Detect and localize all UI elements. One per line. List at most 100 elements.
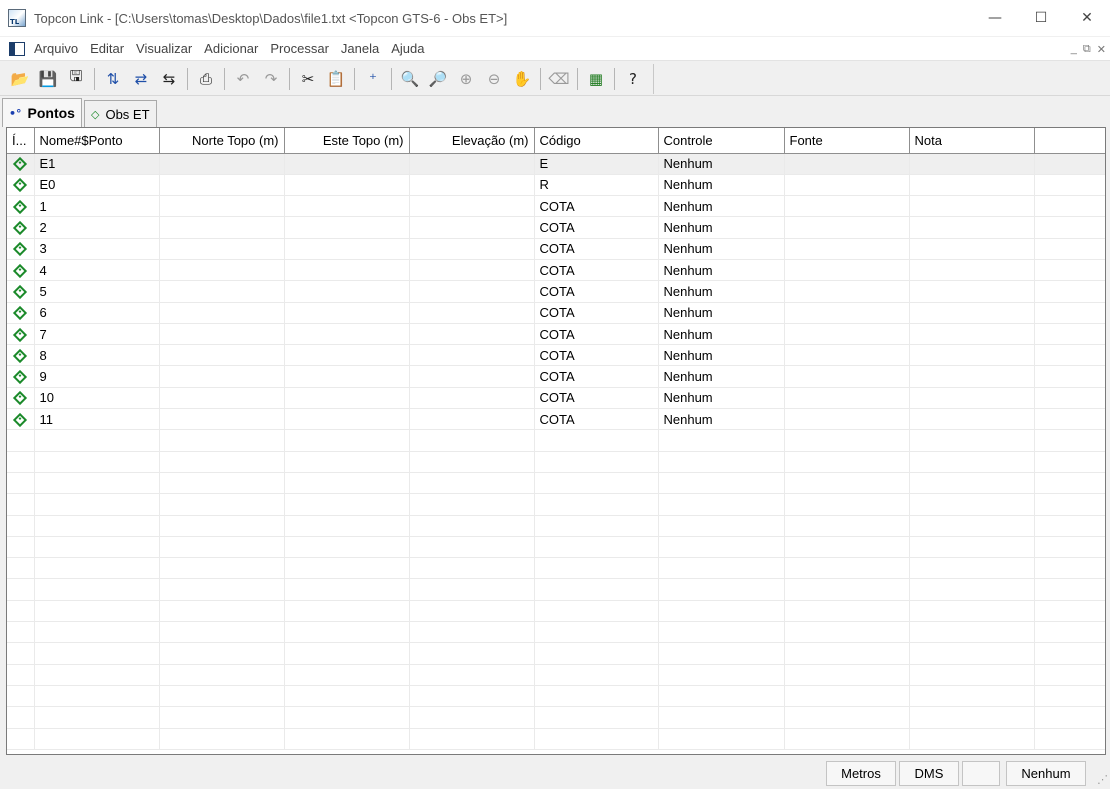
table-row[interactable]: 2 COTA Nenhum xyxy=(7,216,1105,239)
table-row[interactable]: E0 R Nenhum xyxy=(7,174,1105,197)
cell-nota[interactable] xyxy=(909,153,1035,175)
cell-fonte[interactable] xyxy=(784,429,910,452)
cell-nota[interactable] xyxy=(909,557,1035,580)
column-header-nome[interactable]: Nome#$Ponto xyxy=(34,128,160,154)
cell-controle[interactable] xyxy=(658,600,785,623)
cell-este[interactable] xyxy=(284,302,410,324)
table-row[interactable] xyxy=(7,621,1105,644)
cell-nome[interactable]: 11 xyxy=(34,408,160,431)
column-header-fonte[interactable]: Fonte xyxy=(784,128,910,154)
cell-nome[interactable]: 6 xyxy=(34,302,160,324)
cell-codigo[interactable] xyxy=(534,685,659,708)
cell-elevacao[interactable] xyxy=(409,515,535,537)
cell-nome[interactable] xyxy=(34,429,160,452)
cell-nome[interactable]: 8 xyxy=(34,344,160,367)
cell-nota[interactable] xyxy=(909,195,1035,218)
cell-este[interactable] xyxy=(284,153,410,175)
cell-elevacao[interactable] xyxy=(409,493,535,516)
cell-fonte[interactable] xyxy=(784,664,910,686)
cell-nome[interactable] xyxy=(34,664,160,686)
cell-codigo[interactable] xyxy=(534,451,659,473)
cell-fonte[interactable] xyxy=(784,344,910,367)
cell-este[interactable] xyxy=(284,174,410,197)
cell-codigo[interactable]: COTA xyxy=(534,408,659,431)
cell-nota[interactable] xyxy=(909,642,1035,665)
cell-codigo[interactable] xyxy=(534,706,659,729)
cell-nome[interactable]: 10 xyxy=(34,387,160,410)
cell-codigo[interactable]: COTA xyxy=(534,387,659,410)
table-row[interactable]: E1 E Nenhum xyxy=(7,153,1105,175)
cell-este[interactable] xyxy=(284,216,410,239)
close-button[interactable]: ✕ xyxy=(1064,0,1110,36)
cell-codigo[interactable]: COTA xyxy=(534,323,659,346)
cell-elevacao[interactable] xyxy=(409,728,535,750)
table-row[interactable]: 8 COTA Nenhum xyxy=(7,344,1105,367)
menu-processar[interactable]: Processar xyxy=(264,41,335,56)
cell-controle[interactable] xyxy=(658,493,785,516)
cell-controle[interactable]: Nenhum xyxy=(658,302,785,324)
cell-fonte[interactable] xyxy=(784,728,910,750)
cell-codigo[interactable] xyxy=(534,429,659,452)
cell-este[interactable] xyxy=(284,429,410,452)
cell-este[interactable] xyxy=(284,472,410,495)
cell-codigo[interactable]: COTA xyxy=(534,365,659,388)
paste-icon[interactable]: 📋 xyxy=(324,67,348,91)
cell-controle[interactable] xyxy=(658,472,785,495)
open-icon[interactable]: 📂 xyxy=(8,67,32,91)
cell-norte[interactable] xyxy=(159,621,285,644)
cell-este[interactable] xyxy=(284,706,410,729)
cell-controle[interactable]: Nenhum xyxy=(658,387,785,410)
cell-elevacao[interactable] xyxy=(409,280,535,303)
maximize-button[interactable]: ☐ xyxy=(1018,0,1064,36)
cell-controle[interactable]: Nenhum xyxy=(658,174,785,197)
cell-norte[interactable] xyxy=(159,472,285,495)
table-row[interactable]: 5 COTA Nenhum xyxy=(7,280,1105,303)
cell-fonte[interactable] xyxy=(784,174,910,197)
cell-controle[interactable] xyxy=(658,429,785,452)
cell-nota[interactable] xyxy=(909,216,1035,239)
cell-nota[interactable] xyxy=(909,578,1035,601)
cell-nota[interactable] xyxy=(909,259,1035,282)
cell-elevacao[interactable] xyxy=(409,685,535,708)
tab-pontos[interactable]: •° Pontos xyxy=(2,98,82,127)
cell-norte[interactable] xyxy=(159,515,285,537)
cell-controle[interactable]: Nenhum xyxy=(658,153,785,175)
cell-norte[interactable] xyxy=(159,557,285,580)
cell-nome[interactable] xyxy=(34,600,160,623)
cell-elevacao[interactable] xyxy=(409,429,535,452)
cell-norte[interactable] xyxy=(159,451,285,473)
cell-fonte[interactable] xyxy=(784,706,910,729)
cell-elevacao[interactable] xyxy=(409,174,535,197)
cell-norte[interactable] xyxy=(159,728,285,750)
cell-controle[interactable]: Nenhum xyxy=(658,323,785,346)
table-row[interactable]: 3 COTA Nenhum xyxy=(7,238,1105,260)
cell-codigo[interactable]: COTA xyxy=(534,344,659,367)
cell-norte[interactable] xyxy=(159,493,285,516)
cell-este[interactable] xyxy=(284,195,410,218)
cell-controle[interactable] xyxy=(658,685,785,708)
cell-fonte[interactable] xyxy=(784,387,910,410)
cell-nome[interactable] xyxy=(34,536,160,559)
document-window-icon[interactable] xyxy=(9,41,25,56)
cell-elevacao[interactable] xyxy=(409,323,535,346)
cell-elevacao[interactable] xyxy=(409,706,535,729)
cell-elevacao[interactable] xyxy=(409,642,535,665)
cell-este[interactable] xyxy=(284,600,410,623)
zoom-window-icon[interactable]: ⊕ xyxy=(454,67,478,91)
add-point-icon[interactable]: ⁺ xyxy=(361,67,385,91)
cell-elevacao[interactable] xyxy=(409,365,535,388)
cell-controle[interactable] xyxy=(658,642,785,665)
points-grid[interactable]: Í... Nome#$Ponto Norte Topo (m) Este Top… xyxy=(6,127,1106,755)
pan-hand-icon[interactable]: ✋ xyxy=(510,67,534,91)
cell-codigo[interactable] xyxy=(534,557,659,580)
cell-codigo[interactable]: COTA xyxy=(534,238,659,260)
cell-este[interactable] xyxy=(284,578,410,601)
table-row[interactable] xyxy=(7,578,1105,601)
cell-nome[interactable] xyxy=(34,578,160,601)
cell-norte[interactable] xyxy=(159,323,285,346)
cell-norte[interactable] xyxy=(159,600,285,623)
cell-este[interactable] xyxy=(284,280,410,303)
cell-nota[interactable] xyxy=(909,472,1035,495)
cell-nota[interactable] xyxy=(909,451,1035,473)
cell-elevacao[interactable] xyxy=(409,536,535,559)
